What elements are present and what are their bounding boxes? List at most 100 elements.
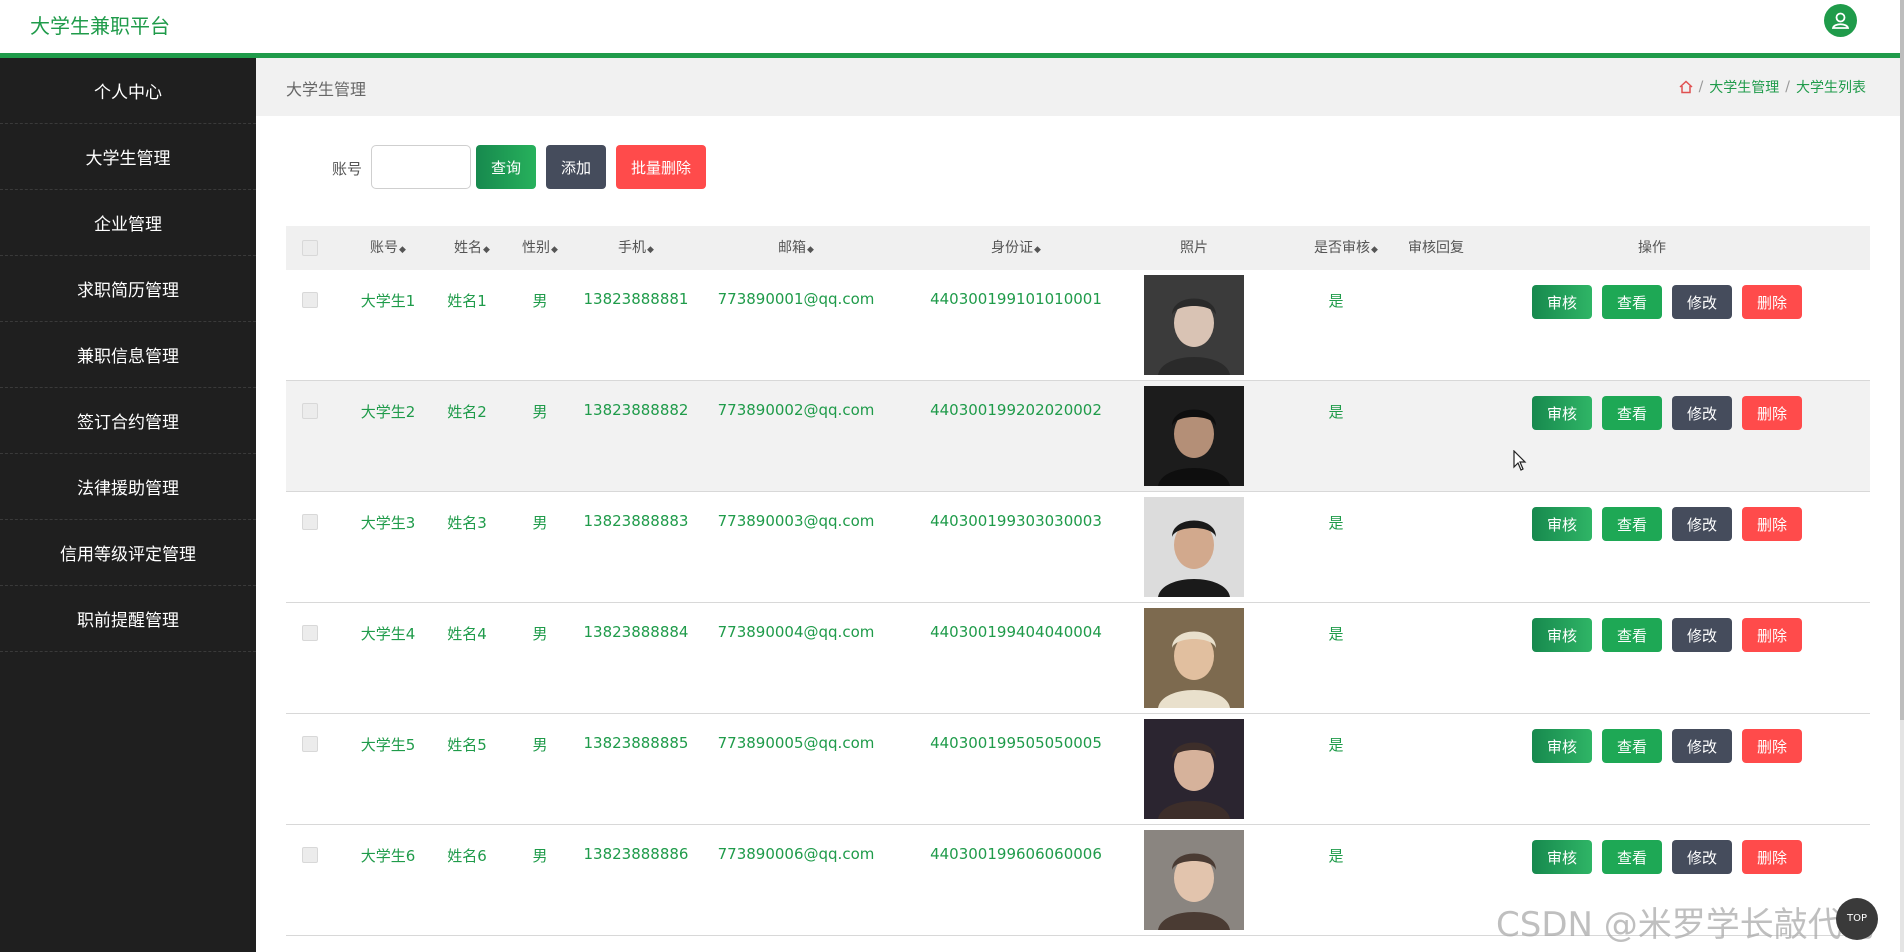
sidebar-item-personal-center[interactable]: 个人中心 [0, 58, 256, 124]
student-table: 账号◆ 姓名◆ 性别◆ 手机◆ 邮箱◆ 身份证◆ 照片 是否审核◆ 审核回复 操… [286, 226, 1870, 952]
column-header-phone[interactable]: 手机◆ [586, 226, 686, 270]
column-label: 邮箱 [778, 240, 807, 256]
brand-title: 大学生兼职平台 [30, 14, 170, 38]
cell-email: 773890006@qq.com [717, 845, 875, 863]
batch-delete-button[interactable]: 批量删除 [616, 145, 706, 189]
account-search-input[interactable] [371, 145, 471, 189]
row-checkbox[interactable] [302, 736, 318, 752]
delete-button[interactable]: 删除 [1742, 396, 1802, 430]
cell-name: 姓名1 [447, 292, 487, 310]
cell-gender: 男 [532, 292, 548, 310]
table-row: 大学生2 姓名2 男 13823888882 773890002@qq.com … [286, 381, 1870, 492]
edit-button[interactable]: 修改 [1672, 507, 1732, 541]
delete-button[interactable]: 删除 [1742, 729, 1802, 763]
student-photo[interactable] [1144, 275, 1244, 375]
sort-icon[interactable]: ◆ [1371, 245, 1378, 255]
column-header-name[interactable]: 姓名◆ [442, 226, 502, 270]
student-photo[interactable] [1144, 719, 1244, 819]
edit-button[interactable]: 修改 [1672, 618, 1732, 652]
cell-name: 姓名6 [447, 847, 487, 865]
column-header-account[interactable]: 账号◆ [358, 226, 418, 270]
sort-icon[interactable]: ◆ [483, 245, 490, 255]
row-checkbox[interactable] [302, 292, 318, 308]
add-button[interactable]: 添加 [546, 145, 606, 189]
sidebar-item-legal-aid-management[interactable]: 法律援助管理 [0, 454, 256, 520]
sort-icon[interactable]: ◆ [399, 245, 406, 255]
view-button[interactable]: 查看 [1602, 729, 1662, 763]
edit-button[interactable]: 修改 [1672, 729, 1732, 763]
cell-audited: 是 [1328, 847, 1344, 865]
student-photo[interactable] [1144, 830, 1244, 930]
row-checkbox[interactable] [302, 847, 318, 863]
scrollbar-thumb[interactable] [1900, 0, 1904, 720]
cell-phone: 13823888881 [583, 290, 689, 308]
breadcrumb-item-student-list[interactable]: 大学生列表 [1796, 77, 1866, 97]
table-row: 大学生1 姓名1 男 13823888881 773890001@qq.com … [286, 270, 1870, 381]
view-button[interactable]: 查看 [1602, 840, 1662, 874]
audit-button[interactable]: 审核 [1532, 285, 1592, 319]
view-button[interactable]: 查看 [1602, 618, 1662, 652]
edit-button[interactable]: 修改 [1672, 840, 1732, 874]
breadcrumb-item-student-management[interactable]: 大学生管理 [1709, 77, 1779, 97]
cell-account: 大学生1 [360, 292, 416, 310]
cell-phone: 13823888885 [583, 734, 689, 752]
cell-email: 773890004@qq.com [717, 623, 875, 641]
cell-email: 773890002@qq.com [717, 401, 875, 419]
cell-gender: 男 [532, 403, 548, 421]
sidebar-item-credit-rating-management[interactable]: 信用等级评定管理 [0, 520, 256, 586]
column-header-gender[interactable]: 性别◆ [510, 226, 570, 270]
edit-button[interactable]: 修改 [1672, 396, 1732, 430]
sidebar-item-student-management[interactable]: 大学生管理 [0, 124, 256, 190]
audit-button[interactable]: 审核 [1532, 507, 1592, 541]
cell-gender: 男 [532, 514, 548, 532]
cell-account: 大学生6 [360, 847, 416, 865]
column-header-photo: 照片 [1180, 240, 1208, 256]
row-checkbox[interactable] [302, 403, 318, 419]
edit-button[interactable]: 修改 [1672, 285, 1732, 319]
column-label: 身份证 [991, 240, 1034, 256]
student-photo[interactable] [1144, 497, 1244, 597]
sort-icon[interactable]: ◆ [1034, 245, 1041, 255]
column-label: 性别 [522, 240, 551, 256]
home-icon[interactable] [1679, 80, 1693, 94]
student-photo[interactable] [1144, 608, 1244, 708]
cell-audited: 是 [1328, 736, 1344, 754]
delete-button[interactable]: 删除 [1742, 285, 1802, 319]
audit-button[interactable]: 审核 [1532, 396, 1592, 430]
sort-icon[interactable]: ◆ [647, 245, 654, 255]
breadcrumb-separator: / [1785, 79, 1790, 95]
delete-button[interactable]: 删除 [1742, 840, 1802, 874]
sidebar-item-resume-management[interactable]: 求职简历管理 [0, 256, 256, 322]
sidebar-item-enterprise-management[interactable]: 企业管理 [0, 190, 256, 256]
select-all-checkbox[interactable] [302, 240, 318, 256]
view-button[interactable]: 查看 [1602, 396, 1662, 430]
view-button[interactable]: 查看 [1602, 285, 1662, 319]
cell-phone: 13823888882 [583, 401, 689, 419]
column-header-id-card[interactable]: 身份证◆ [936, 226, 1096, 270]
query-button[interactable]: 查询 [476, 145, 536, 189]
sort-icon[interactable]: ◆ [551, 245, 558, 255]
audit-button[interactable]: 审核 [1532, 618, 1592, 652]
delete-button[interactable]: 删除 [1742, 507, 1802, 541]
student-photo[interactable] [1144, 386, 1244, 486]
user-icon[interactable] [1824, 4, 1857, 37]
sidebar-item-preemployment-reminder-management[interactable]: 职前提醒管理 [0, 586, 256, 652]
back-to-top-button[interactable]: TOP [1836, 898, 1878, 940]
page-scrollbar[interactable] [1900, 0, 1904, 952]
sidebar-item-parttime-info-management[interactable]: 兼职信息管理 [0, 322, 256, 388]
sort-icon[interactable]: ◆ [807, 245, 814, 255]
column-header-audited[interactable]: 是否审核◆ [1286, 226, 1406, 270]
delete-button[interactable]: 删除 [1742, 618, 1802, 652]
sidebar-item-contract-management[interactable]: 签订合约管理 [0, 388, 256, 454]
cell-phone: 13823888883 [583, 512, 689, 530]
audit-button[interactable]: 审核 [1532, 729, 1592, 763]
column-header-email[interactable]: 邮箱◆ [726, 226, 866, 270]
cell-audited: 是 [1328, 292, 1344, 310]
account-search-label: 账号 [332, 160, 363, 178]
page-title: 大学生管理 [286, 80, 367, 99]
row-checkbox[interactable] [302, 625, 318, 641]
audit-button[interactable]: 审核 [1532, 840, 1592, 874]
view-button[interactable]: 查看 [1602, 507, 1662, 541]
row-checkbox[interactable] [302, 514, 318, 530]
cell-gender: 男 [532, 736, 548, 754]
